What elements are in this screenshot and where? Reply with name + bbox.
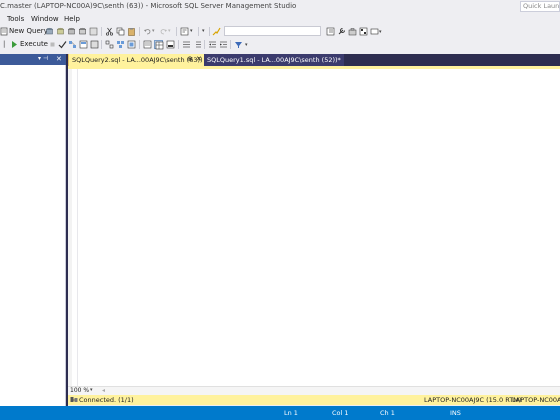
results-to-file-icon[interactable] bbox=[166, 40, 175, 49]
dmx-query-icon[interactable] bbox=[78, 27, 87, 36]
execute-button[interactable]: Execute bbox=[20, 40, 48, 48]
toolbar-separator bbox=[204, 40, 205, 49]
uncomment-icon[interactable] bbox=[193, 40, 202, 49]
tab-sqlquery2[interactable]: SQLQuery2.sql - LA...00AJ9C\senth (63)) … bbox=[68, 54, 204, 66]
execute-icon[interactable] bbox=[10, 40, 19, 49]
toolbar-separator bbox=[139, 40, 140, 49]
tab-label: SQLQuery2.sql - LA...00AJ9C\senth (63)) bbox=[72, 56, 203, 64]
server-name-text: LAPTOP-NC00AJ9 bbox=[512, 396, 560, 404]
toolbar-separator bbox=[139, 27, 140, 36]
registered-servers-icon[interactable] bbox=[359, 27, 368, 36]
properties-icon[interactable] bbox=[326, 27, 335, 36]
new-query-icon[interactable] bbox=[0, 27, 9, 36]
toolbar-separator bbox=[230, 40, 231, 49]
redo-dropdown-icon[interactable]: ▾ bbox=[168, 28, 171, 34]
standard-toolbar: New Query ▾ ▾ ▾ ▾ ▾ bbox=[0, 25, 560, 38]
toolbar-separator bbox=[198, 27, 199, 36]
menu-help[interactable]: Help bbox=[64, 15, 80, 23]
toolbar-separator bbox=[209, 27, 210, 36]
toolbar-separator bbox=[101, 27, 102, 36]
tab-label: SQLQuery1.sql - LA...00AJ9C\senth (52))* bbox=[207, 56, 341, 64]
specify-template-icon[interactable] bbox=[234, 40, 243, 49]
connected-icon bbox=[70, 396, 78, 404]
new-query-button[interactable]: New Query bbox=[9, 27, 48, 35]
mdx-query-icon[interactable] bbox=[67, 27, 76, 36]
specify-values-icon[interactable] bbox=[90, 40, 99, 49]
window-layout-icon[interactable] bbox=[370, 27, 379, 36]
close-tab-icon[interactable]: ✕ bbox=[196, 55, 202, 63]
close-icon[interactable]: ✕ bbox=[56, 55, 62, 63]
character-number: Ch 1 bbox=[380, 409, 395, 417]
pin-tab-icon[interactable]: ⊕ bbox=[187, 55, 193, 63]
menu-tools[interactable]: Tools bbox=[7, 15, 24, 23]
xmla-query-icon[interactable] bbox=[89, 27, 98, 36]
editor-zoom-bar: 100 % ▾ ◂ bbox=[68, 386, 560, 395]
editor-selection-margin bbox=[68, 69, 72, 386]
intellisense-icon[interactable] bbox=[105, 40, 114, 49]
cancel-query-icon[interactable] bbox=[48, 40, 57, 49]
menu-bar: Tools Window Help bbox=[0, 14, 560, 25]
window-title: C.master (LAPTOP-NC00A)9C\senth (63)) - … bbox=[0, 2, 297, 10]
results-to-text-icon[interactable] bbox=[143, 40, 152, 49]
zoom-dropdown-icon[interactable]: ▾ bbox=[90, 387, 93, 393]
toolbar-grip: | bbox=[3, 40, 6, 48]
line-number: Ln 1 bbox=[284, 409, 298, 417]
comment-out-icon[interactable] bbox=[182, 40, 191, 49]
toolbox-icon[interactable] bbox=[348, 27, 357, 36]
quick-launch-input[interactable]: Quick Launch bbox=[520, 1, 560, 12]
cut-icon[interactable] bbox=[105, 27, 114, 36]
toolbar-separator bbox=[178, 40, 179, 49]
display-plan-icon[interactable] bbox=[68, 40, 77, 49]
toolbar-overflow-icon[interactable]: ▾ bbox=[245, 42, 248, 48]
tab-sqlquery1[interactable]: SQLQuery1.sql - LA...00AJ9C\senth (52))* bbox=[204, 54, 344, 66]
connection-status-text: Connected. (1/1) bbox=[79, 396, 134, 404]
query-designer-icon[interactable] bbox=[79, 40, 88, 49]
column-number: Col 1 bbox=[332, 409, 349, 417]
zoom-level-select[interactable]: 100 % bbox=[70, 387, 98, 395]
status-bar: Ln 1 Col 1 Ch 1 INS bbox=[0, 406, 560, 420]
server-version-text: LAPTOP-NC00AJ9C (15.0 RTM) bbox=[424, 396, 522, 404]
decrease-indent-icon[interactable] bbox=[208, 40, 217, 49]
undo-dropdown-icon[interactable]: ▾ bbox=[152, 28, 155, 34]
menu-window[interactable]: Window bbox=[31, 15, 59, 23]
toolbar-separator bbox=[176, 27, 177, 36]
insert-mode: INS bbox=[450, 409, 461, 417]
navigate-icon[interactable] bbox=[180, 27, 189, 36]
solution-config-icon[interactable] bbox=[212, 27, 221, 36]
parse-checkmark-icon[interactable] bbox=[58, 40, 67, 49]
title-bar: C.master (LAPTOP-NC00A)9C\senth (63)) - … bbox=[0, 0, 560, 14]
connection-status-bar: Connected. (1/1) LAPTOP-NC00AJ9C (15.0 R… bbox=[68, 395, 560, 405]
copy-icon[interactable] bbox=[116, 27, 125, 36]
toolbar-separator bbox=[101, 40, 102, 49]
toolbar-overflow-icon[interactable]: ▾ bbox=[379, 29, 382, 35]
db-query-icon[interactable] bbox=[45, 27, 54, 36]
scroll-left-icon[interactable]: ◂ bbox=[102, 387, 105, 394]
wrench-icon[interactable] bbox=[337, 27, 346, 36]
dropdown-icon[interactable]: ▾ bbox=[202, 28, 205, 34]
solution-configuration-combo[interactable] bbox=[224, 26, 321, 36]
query-editor[interactable] bbox=[78, 69, 560, 386]
paste-icon[interactable] bbox=[127, 27, 136, 36]
pin-icon[interactable]: ▾ ⊣ bbox=[38, 55, 48, 62]
increase-indent-icon[interactable] bbox=[219, 40, 228, 49]
results-to-grid-icon[interactable] bbox=[154, 40, 164, 50]
estimated-plan-icon[interactable] bbox=[116, 40, 125, 49]
actual-plan-icon[interactable] bbox=[127, 40, 136, 49]
analysis-query-icon[interactable] bbox=[56, 27, 65, 36]
object-explorer-header: ▾ ⊣ ✕ bbox=[0, 54, 66, 65]
object-explorer-panel[interactable]: ▾ ⊣ ✕ bbox=[0, 54, 66, 406]
navigate-dropdown-icon[interactable]: ▾ bbox=[190, 28, 193, 34]
sql-editor-toolbar: | Execute ▾ bbox=[0, 38, 560, 51]
undo-icon[interactable] bbox=[143, 27, 152, 36]
redo-icon[interactable] bbox=[159, 27, 168, 36]
